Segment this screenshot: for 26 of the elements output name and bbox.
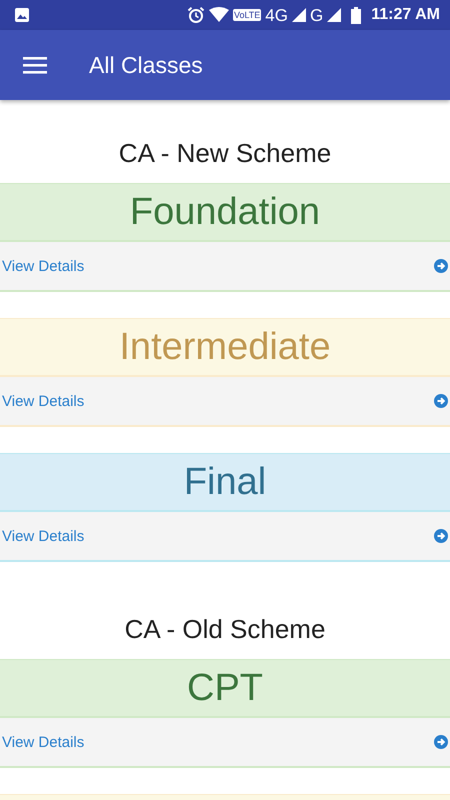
view-details-link[interactable]: View Details — [0, 512, 450, 560]
volte-label: VoLTE — [232, 9, 262, 21]
menu-icon — [23, 56, 47, 74]
app-title: All Classes — [89, 52, 203, 78]
arrow-circle-icon — [434, 259, 448, 273]
network-label: G — [310, 6, 324, 24]
class-title: Foundation — [130, 190, 320, 234]
section-heading: CA - New Scheme — [118, 137, 332, 170]
signal-icon — [327, 8, 342, 22]
class-title: CPT — [187, 666, 263, 710]
arrow-circle-icon — [434, 394, 448, 408]
arrow-circle-icon — [434, 735, 448, 749]
battery-icon — [351, 6, 362, 24]
clock-time: 11:27 AM — [371, 6, 440, 24]
view-details-link[interactable]: View Details — [0, 242, 450, 290]
view-details-link[interactable]: View Details — [0, 377, 450, 425]
signal-icon — [292, 8, 306, 22]
alarm-icon — [186, 6, 205, 24]
class-title: Intermediate — [119, 326, 331, 368]
wifi-icon — [208, 7, 229, 23]
view-details-link[interactable]: View Details — [0, 718, 450, 766]
network-label: 4G — [265, 6, 288, 24]
image-icon — [14, 7, 30, 23]
arrow-circle-icon — [434, 529, 448, 543]
section-heading: CA - Old Scheme — [124, 613, 326, 646]
class-title: Final — [184, 460, 266, 504]
